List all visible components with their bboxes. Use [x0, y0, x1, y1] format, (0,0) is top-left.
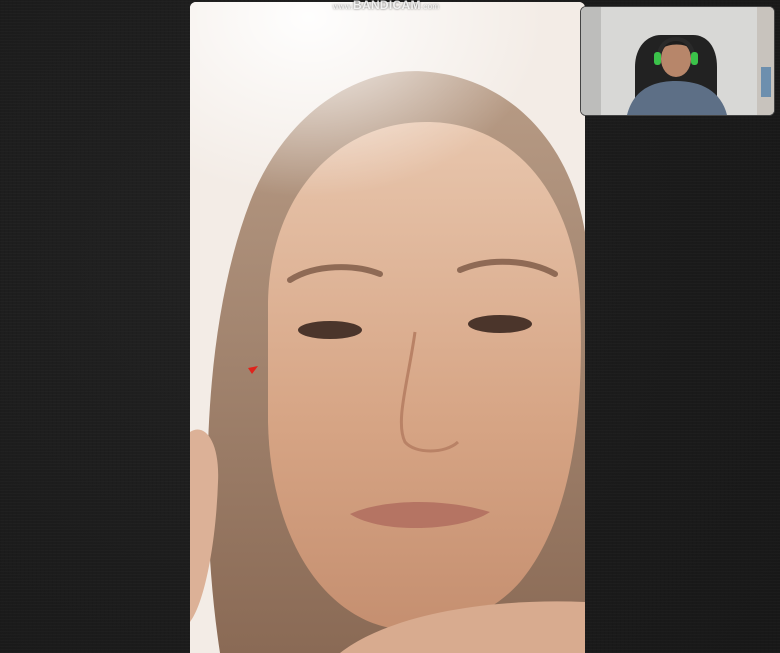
remote-participant-video[interactable]	[190, 2, 585, 653]
self-view-video[interactable]	[580, 6, 775, 116]
bandicam-watermark: www.BANDICAM.com	[318, 0, 454, 12]
video-call-window: www.BANDICAM.com	[0, 0, 780, 653]
remote-video-frame	[190, 2, 585, 653]
watermark-brand: BANDICAM	[353, 0, 421, 12]
self-video-frame	[581, 7, 774, 115]
watermark-suffix: .com	[420, 2, 440, 11]
watermark-prefix: www.	[332, 2, 354, 11]
